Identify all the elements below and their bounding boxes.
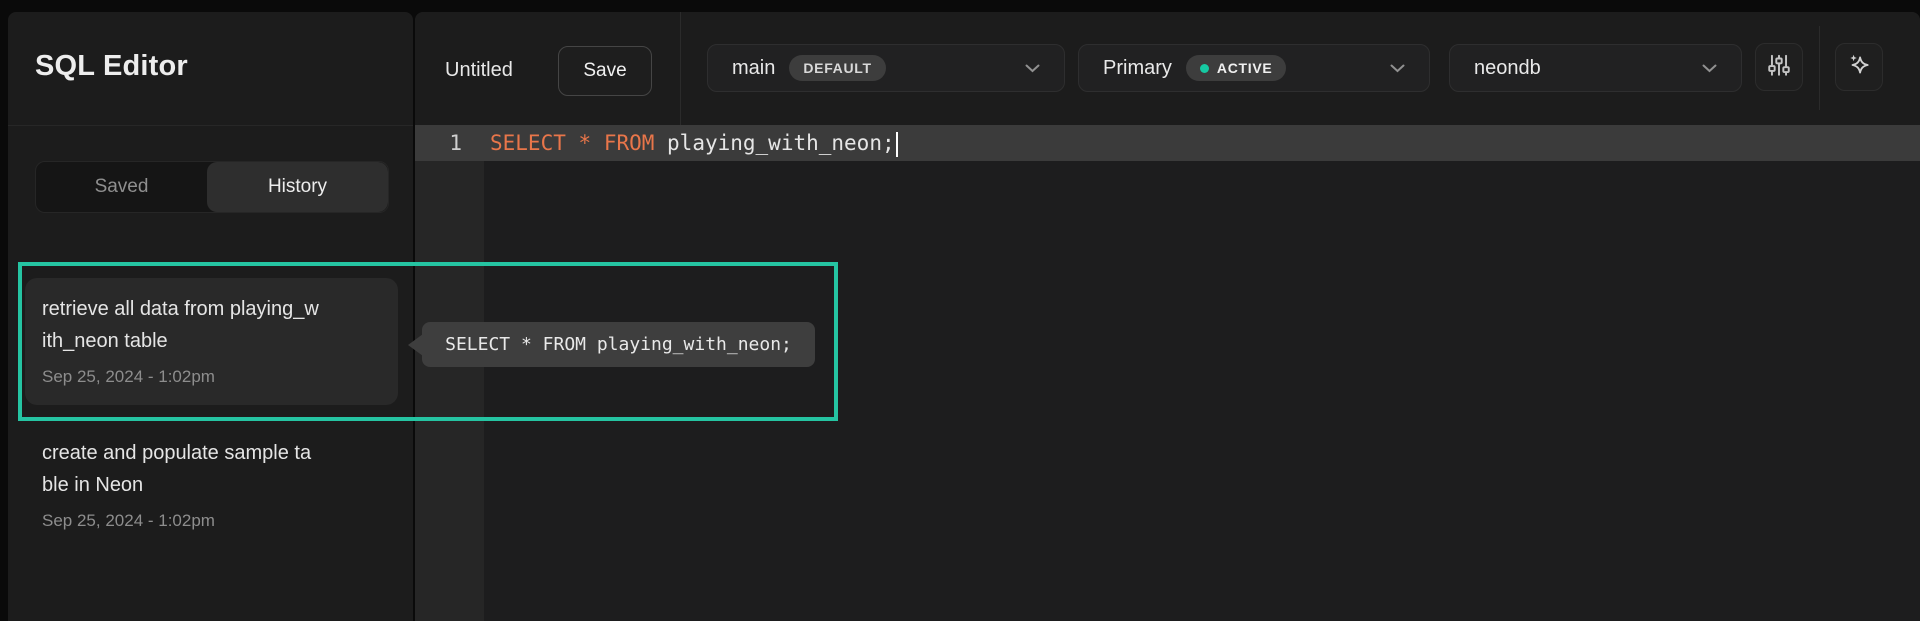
- database-name: neondb: [1474, 57, 1541, 80]
- tab-history[interactable]: History: [207, 162, 388, 212]
- database-dropdown[interactable]: neondb: [1449, 44, 1742, 92]
- tooltip-arrow-icon: [408, 334, 423, 356]
- sidebar-header: SQL Editor: [8, 12, 413, 125]
- history-item[interactable]: retrieve all data from playing_w ith_neo…: [25, 278, 398, 405]
- history-item-title-line: ith_neon table: [42, 325, 381, 357]
- topbar-divider: [680, 12, 681, 125]
- sidebar-header-divider: [8, 125, 413, 126]
- ai-assist-button[interactable]: [1835, 43, 1883, 91]
- query-settings-button[interactable]: [1755, 43, 1803, 91]
- active-code-line: 1 SELECT * FROM playing_with_neon;: [415, 125, 1920, 161]
- chevron-down-icon: [1390, 64, 1405, 73]
- compute-name: Primary: [1103, 57, 1172, 80]
- history-item-timestamp: Sep 25, 2024 - 1:02pm: [42, 366, 381, 388]
- chevron-down-icon: [1702, 64, 1717, 73]
- history-item-title-line: ble in Neon: [42, 469, 381, 501]
- sliders-icon: [1766, 52, 1792, 83]
- topbar-divider: [1819, 26, 1820, 110]
- sql-keyword: FROM: [604, 131, 667, 155]
- active-status-dot-icon: [1200, 64, 1209, 73]
- sql-keyword: SELECT: [490, 131, 579, 155]
- tooltip-text: SELECT * FROM playing_with_neon;: [445, 334, 792, 355]
- sparkle-icon: [1846, 52, 1872, 83]
- line-number: 1: [415, 125, 462, 161]
- history-item[interactable]: create and populate sample ta ble in Neo…: [25, 437, 398, 532]
- editor-panel: Untitled Save main DEFAULT Primary ACTIV…: [415, 12, 1920, 621]
- editor-topbar: Untitled Save main DEFAULT Primary ACTIV…: [415, 12, 1920, 125]
- history-item-title-line: create and populate sample ta: [42, 437, 381, 469]
- sql-star-operator: *: [579, 131, 604, 155]
- branch-name: main: [732, 57, 775, 80]
- sql-code-area[interactable]: 1 SELECT * FROM playing_with_neon;: [415, 125, 1920, 621]
- saved-history-tabs: Saved History: [35, 161, 389, 213]
- default-badge: DEFAULT: [789, 55, 885, 81]
- compute-dropdown[interactable]: Primary ACTIVE: [1078, 44, 1430, 92]
- chevron-down-icon: [1025, 64, 1040, 73]
- history-query-tooltip: SELECT * FROM playing_with_neon;: [422, 322, 815, 367]
- sql-statement: SELECT * FROM playing_with_neon;: [490, 125, 898, 161]
- text-cursor: [896, 132, 898, 157]
- history-item-timestamp: Sep 25, 2024 - 1:02pm: [42, 510, 381, 532]
- history-item-title-line: retrieve all data from playing_w: [42, 293, 381, 325]
- neon-sql-editor-page: { "app": { "title": "SQL Editor" }, "top…: [0, 0, 1920, 621]
- branch-dropdown[interactable]: main DEFAULT: [707, 44, 1065, 92]
- sql-table-name: playing_with_neon;: [667, 131, 895, 155]
- active-badge: ACTIVE: [1186, 55, 1287, 81]
- sidebar: SQL Editor Saved History retrieve all da…: [8, 12, 413, 621]
- page-title: SQL Editor: [35, 50, 188, 83]
- query-title[interactable]: Untitled: [445, 56, 513, 84]
- tab-saved[interactable]: Saved: [36, 162, 207, 212]
- active-badge-label: ACTIVE: [1217, 60, 1273, 76]
- save-button[interactable]: Save: [558, 46, 652, 96]
